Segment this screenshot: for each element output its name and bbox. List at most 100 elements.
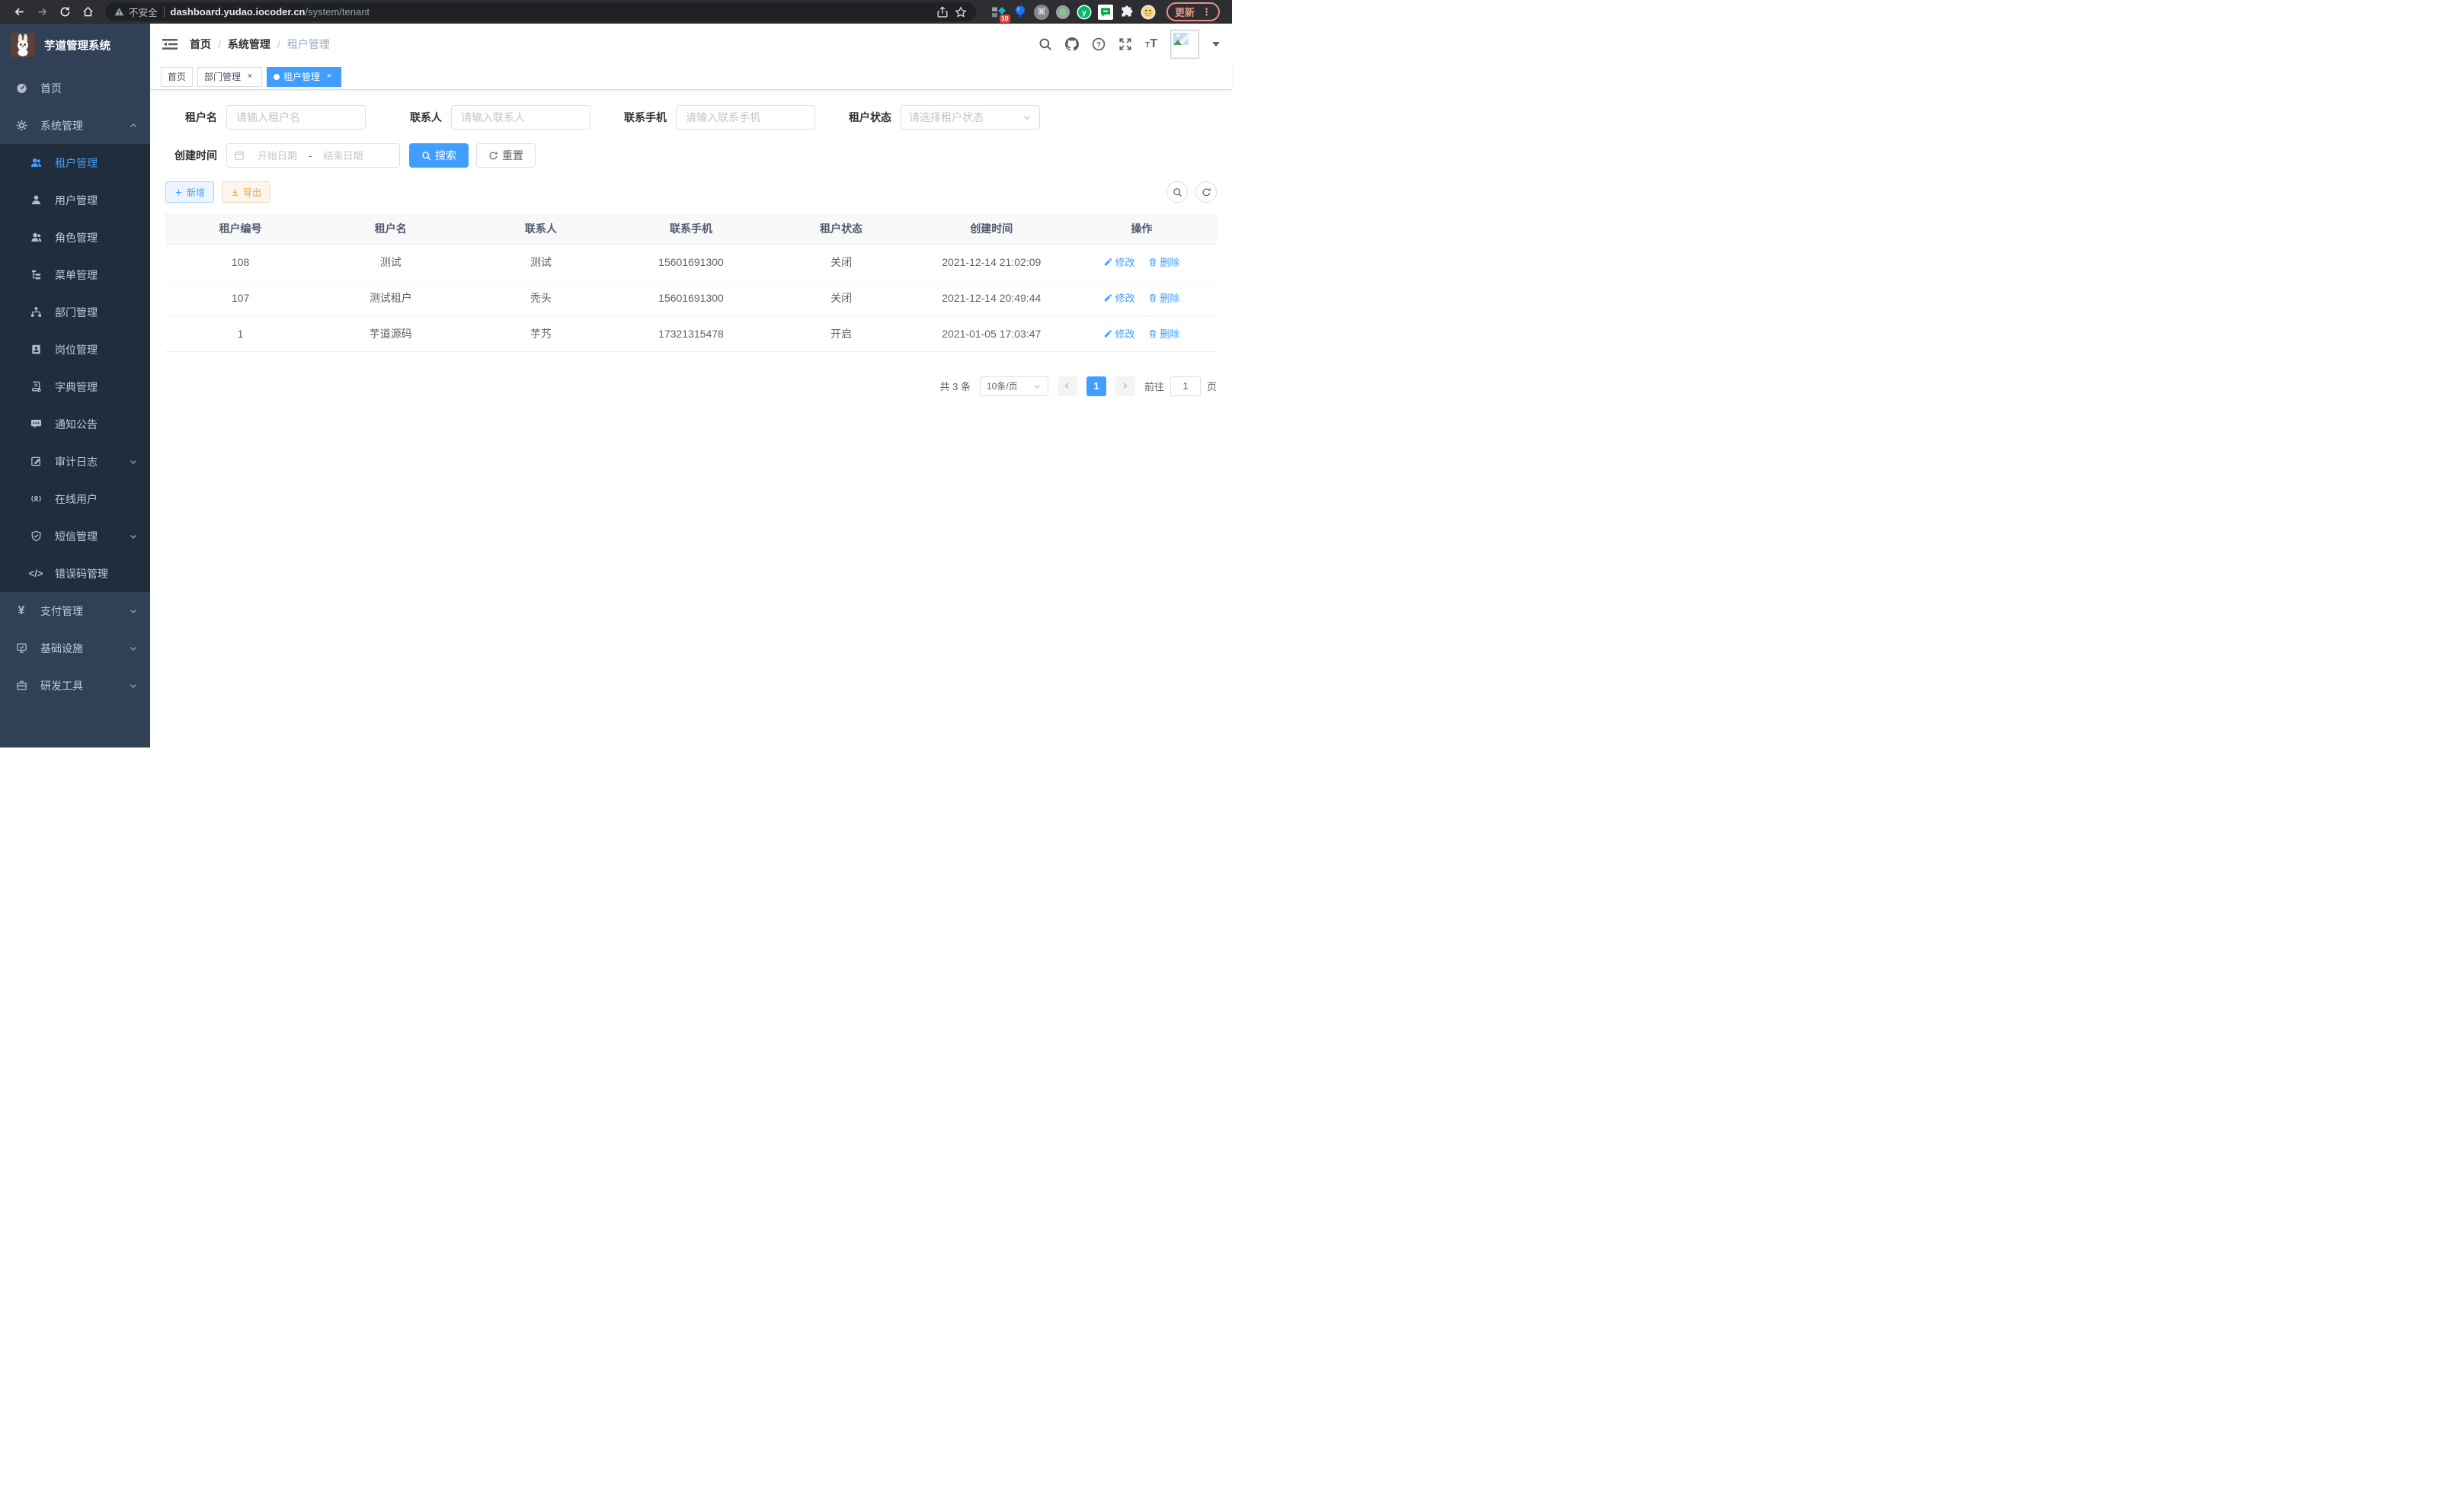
header-search-icon[interactable] xyxy=(1038,37,1052,51)
user-avatar[interactable] xyxy=(1170,30,1199,59)
breadcrumb-home[interactable]: 首页 xyxy=(190,37,211,52)
share-icon[interactable] xyxy=(936,6,949,18)
help-icon[interactable]: ? xyxy=(1092,37,1106,51)
monitor-icon xyxy=(14,642,28,654)
sidebar-item-audit-log[interactable]: 审计日志 xyxy=(0,443,150,480)
reset-button[interactable]: 重置 xyxy=(476,143,536,168)
sidebar-item-post[interactable]: 岗位管理 xyxy=(0,331,150,368)
extensions-row: 10 ⌘ y 更新 ⋮ xyxy=(984,2,1223,21)
url-text[interactable]: dashboard.yudao.iocoder.cn/system/tenant xyxy=(171,6,370,18)
sidebar: 芋道管理系统 首页 系统管理 租户管理 xyxy=(0,24,150,748)
table-row: 108 测试 测试 15601691300 关闭 2021-12-14 21:0… xyxy=(165,244,1217,280)
gear-icon xyxy=(14,120,28,131)
tenant-name-input[interactable] xyxy=(226,105,366,130)
page-size-select[interactable]: 10条/页 xyxy=(980,376,1048,396)
edit-link[interactable]: 修改 xyxy=(1103,290,1134,305)
sidebar-item-devtools[interactable]: 研发工具 xyxy=(0,667,150,704)
extension-tag-assistant-icon[interactable]: 10 xyxy=(991,5,1006,20)
delete-link[interactable]: 删除 xyxy=(1148,326,1179,341)
extensions-puzzle-icon[interactable] xyxy=(1119,5,1134,20)
contact-input[interactable] xyxy=(451,105,590,130)
date-range-picker[interactable]: - xyxy=(226,143,400,168)
security-chip[interactable]: 不安全 xyxy=(114,5,158,19)
breadcrumb-system[interactable]: 系统管理 xyxy=(228,37,270,52)
sidebar-item-user[interactable]: 用户管理 xyxy=(0,181,150,219)
sidebar-item-online-user[interactable]: 在线用户 xyxy=(0,480,150,517)
delete-link[interactable]: 删除 xyxy=(1148,255,1179,269)
navbar-actions: ? TT xyxy=(1038,30,1220,59)
app-title: 芋道管理系统 xyxy=(44,37,110,53)
profile-avatar-icon[interactable] xyxy=(1141,5,1156,20)
tag-dept[interactable]: 部门管理× xyxy=(197,67,262,87)
avatar-dropdown-caret-icon[interactable] xyxy=(1212,42,1220,50)
sidebar-item-error-code[interactable]: </> 错误码管理 xyxy=(0,555,150,592)
toolbar-right xyxy=(1166,181,1217,203)
sidebar-item-home[interactable]: 首页 xyxy=(0,69,150,107)
tag-home[interactable]: 首页 xyxy=(161,67,193,87)
chrome-update-button[interactable]: 更新 ⋮ xyxy=(1166,2,1220,21)
export-button[interactable]: 导出 xyxy=(222,181,270,203)
goto-group: 前往 页 xyxy=(1144,376,1217,396)
current-page-button[interactable]: 1 xyxy=(1086,376,1106,396)
address-bar[interactable]: 不安全 dashboard.yudao.iocoder.cn/system/te… xyxy=(105,2,976,21)
tag-tenant[interactable]: 租户管理× xyxy=(267,67,341,87)
sidebar-item-menu[interactable]: 菜单管理 xyxy=(0,256,150,293)
sidebar-item-pay[interactable]: ¥ 支付管理 xyxy=(0,592,150,629)
browser-back-icon[interactable] xyxy=(9,2,29,22)
phone-input[interactable] xyxy=(676,105,815,130)
search-button[interactable]: 搜索 xyxy=(409,143,469,168)
start-date-input[interactable] xyxy=(248,150,307,162)
sidebar-item-dept[interactable]: 部门管理 xyxy=(0,293,150,331)
chevron-down-icon xyxy=(129,457,138,466)
chevron-down-icon xyxy=(129,532,138,541)
github-icon[interactable] xyxy=(1065,37,1079,51)
edit-link[interactable]: 修改 xyxy=(1103,255,1134,269)
sidebar-item-sms[interactable]: 短信管理 xyxy=(0,517,150,555)
close-tab-icon[interactable]: × xyxy=(324,72,334,82)
browser-forward-icon[interactable] xyxy=(32,2,52,22)
goto-page-input[interactable] xyxy=(1170,376,1201,396)
filter-phone: 联系手机 xyxy=(615,105,815,130)
navbar: 首页 / 系统管理 / 租户管理 ? TT xyxy=(150,24,1232,64)
extension-chat-icon[interactable] xyxy=(1098,5,1113,20)
browser-home-icon[interactable] xyxy=(78,2,98,22)
search-icon xyxy=(1173,187,1182,197)
delete-link[interactable]: 删除 xyxy=(1148,290,1179,305)
sidebar-item-tenant[interactable]: 租户管理 xyxy=(0,144,150,181)
trash-icon xyxy=(1148,258,1157,267)
status-select[interactable]: 请选择租户状态 xyxy=(901,105,1040,130)
refresh-table-button[interactable] xyxy=(1195,181,1217,203)
bookmark-star-icon[interactable] xyxy=(955,6,967,18)
next-page-button[interactable] xyxy=(1115,376,1135,396)
close-tab-icon[interactable]: × xyxy=(245,72,255,82)
table-toolbar: 新增 导出 xyxy=(165,181,1217,203)
sidebar-item-notice[interactable]: 通知公告 xyxy=(0,405,150,443)
extension-recorder-icon[interactable] xyxy=(1055,5,1070,20)
browser-menu-dots-icon[interactable]: ⋮ xyxy=(1202,7,1211,17)
sidebar-item-infra[interactable]: 基础设施 xyxy=(0,629,150,667)
chevron-down-icon xyxy=(129,681,138,690)
end-date-input[interactable] xyxy=(313,150,373,162)
edit-link[interactable]: 修改 xyxy=(1103,326,1134,341)
extension-command-icon[interactable]: ⌘ xyxy=(1034,5,1049,20)
fullscreen-icon[interactable] xyxy=(1118,37,1132,51)
status-text: 关闭 xyxy=(766,280,917,315)
hamburger-icon[interactable] xyxy=(162,37,178,52)
chevron-left-icon xyxy=(1063,382,1071,390)
sidebar-item-dict[interactable]: 字典管理 xyxy=(0,368,150,405)
extension-yuque-icon[interactable]: y xyxy=(1077,5,1092,20)
sms-shield-icon xyxy=(29,530,43,542)
phone-label: 联系手机 xyxy=(615,110,667,125)
menu-tree-icon xyxy=(29,269,43,280)
logo-rabbit-icon xyxy=(11,33,35,57)
toggle-search-button[interactable] xyxy=(1166,181,1188,203)
sidebar-item-role[interactable]: 角色管理 xyxy=(0,219,150,256)
breadcrumb-separator: / xyxy=(277,38,280,50)
extension-balloon-icon[interactable] xyxy=(1013,5,1028,20)
sidebar-logo[interactable]: 芋道管理系统 xyxy=(0,24,150,66)
add-button[interactable]: 新增 xyxy=(165,181,214,203)
browser-reload-icon[interactable] xyxy=(55,2,75,22)
font-size-icon[interactable]: TT xyxy=(1145,37,1157,51)
prev-page-button[interactable] xyxy=(1058,376,1077,396)
sidebar-item-system[interactable]: 系统管理 xyxy=(0,107,150,144)
